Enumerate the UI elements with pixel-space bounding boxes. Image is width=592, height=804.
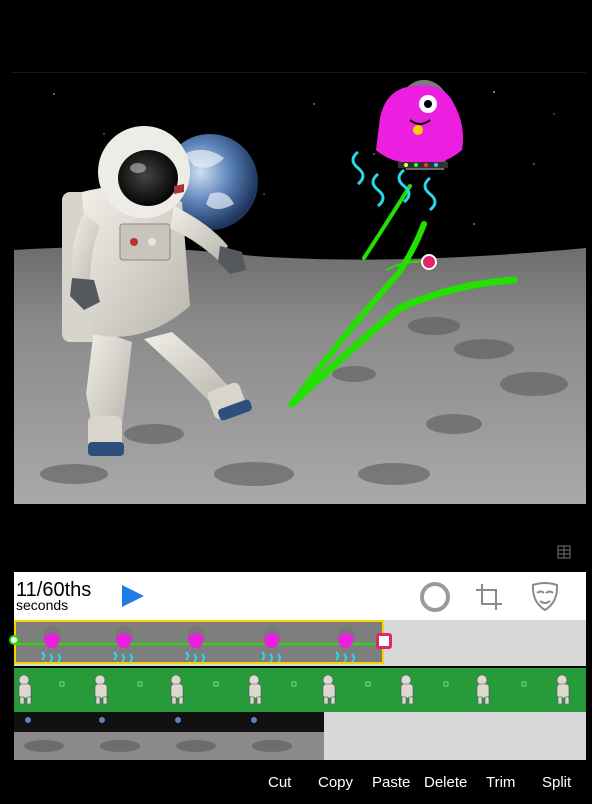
monster-thumbnail-strip xyxy=(16,626,382,662)
moon-background-clip[interactable] xyxy=(14,712,324,760)
play-icon[interactable] xyxy=(118,582,146,610)
clip-start-handle[interactable] xyxy=(9,635,19,645)
top-bar xyxy=(12,6,586,73)
motion-path-handle[interactable] xyxy=(421,254,437,270)
paste-button[interactable]: Paste xyxy=(372,774,410,792)
animation-editor: 11/60ths seconds Cut Copy Paste Delete T… xyxy=(0,0,592,804)
moon-background-thumbnail xyxy=(14,712,324,760)
time-unit-label: seconds xyxy=(16,597,69,613)
monster-clip-selected[interactable] xyxy=(14,620,384,664)
grid-icon[interactable] xyxy=(557,545,571,559)
astronaut-thumbnail xyxy=(18,674,570,705)
monster-character-track[interactable] xyxy=(9,620,586,666)
background-track[interactable] xyxy=(14,712,586,760)
edit-action-bar: Cut Copy Paste Delete Trim Split xyxy=(14,762,586,804)
keyframe-markers xyxy=(59,681,527,687)
mask-icon[interactable] xyxy=(528,580,562,614)
scene-canvas[interactable] xyxy=(14,74,586,504)
scene-illustration xyxy=(14,74,586,504)
split-button[interactable]: Split xyxy=(542,774,571,792)
playback-toolbar: 11/60ths seconds xyxy=(14,572,586,620)
clip-end-handle[interactable] xyxy=(376,633,392,649)
cut-button[interactable]: Cut xyxy=(268,774,291,792)
trim-button[interactable]: Trim xyxy=(486,774,515,792)
copy-button[interactable]: Copy xyxy=(318,774,353,792)
delete-button[interactable]: Delete xyxy=(424,774,467,792)
crop-icon[interactable] xyxy=(472,580,506,614)
record-circle-icon[interactable] xyxy=(418,580,452,614)
astronaut-thumbnail-strip xyxy=(18,674,570,705)
astronaut-character-track[interactable] xyxy=(14,667,586,713)
